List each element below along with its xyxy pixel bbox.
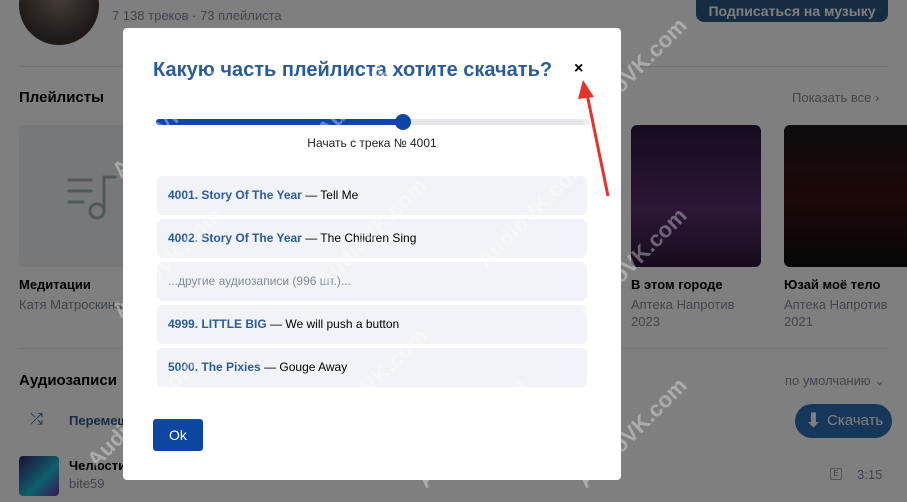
annotation-arrow-icon [578,80,610,197]
